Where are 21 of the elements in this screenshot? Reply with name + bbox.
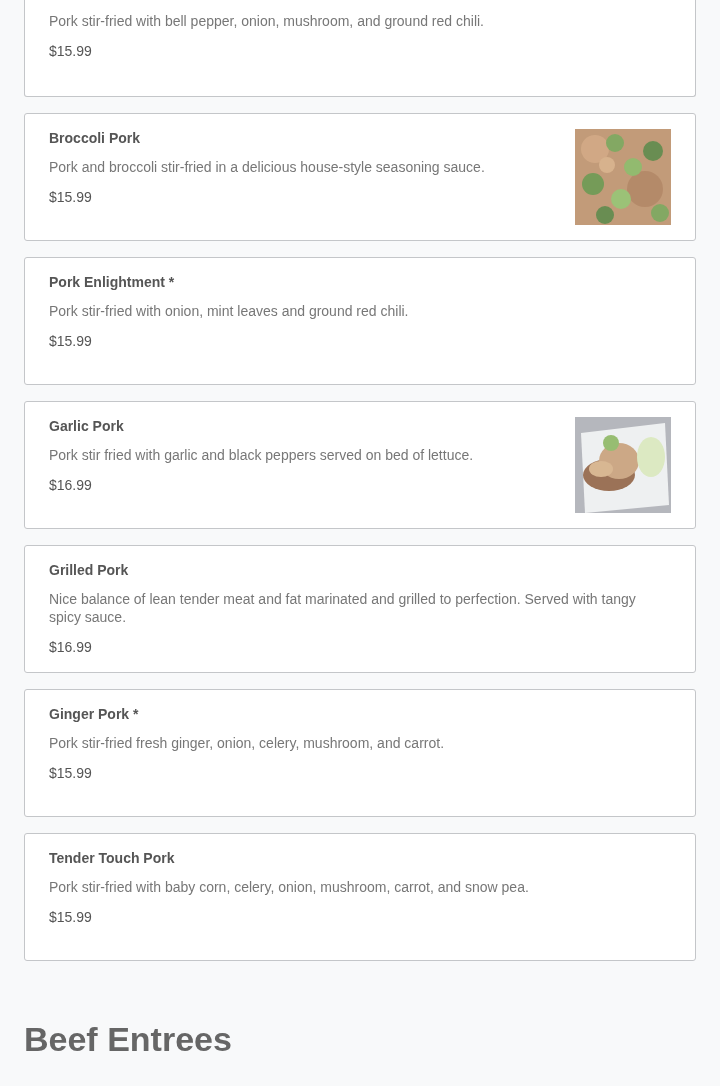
item-description: Pork stir-fried with bell pepper, onion, mushroom, and ground red chili. [49,12,485,30]
item-name: Garlic Pork [49,417,125,435]
item-name: Tender Touch Pork [49,849,176,867]
item-name: Grilled Pork [49,561,130,579]
item-description: Pork stir-fried with onion, mint leaves and ground red chili. [49,302,410,320]
item-description: Pork stir fried with garlic and black peppers served on bed of lettuce. [49,446,475,464]
item-description: Pork stir-fried fresh ginger, onion, celery, mushroom, and carrot. [49,734,445,752]
item-price: $15.99 [49,42,93,60]
item-description: Nice balance of lean tender meat and fat marinated and grilled to perfection. Served with tangy spicy sauce. [49,590,637,626]
item-price: $16.99 [49,638,93,656]
item-description: Pork and broccoli stir-fried in a delicious house-style seasoning sauce. [49,158,486,176]
item-price: $15.99 [49,908,93,926]
item-price: $15.99 [49,188,93,206]
item-price: $16.99 [49,476,93,494]
section-heading: Beef Entrees [24,1019,233,1059]
item-name: Ginger Pork * [49,705,140,723]
item-price: $15.99 [49,764,93,782]
item-price: $15.99 [49,332,93,350]
item-name: Pork Enlightment * [49,273,176,291]
item-name: Broccoli Pork [49,129,142,147]
item-description: Pork stir-fried with baby corn, celery, onion, mushroom, carrot, and snow pea. [49,878,530,896]
